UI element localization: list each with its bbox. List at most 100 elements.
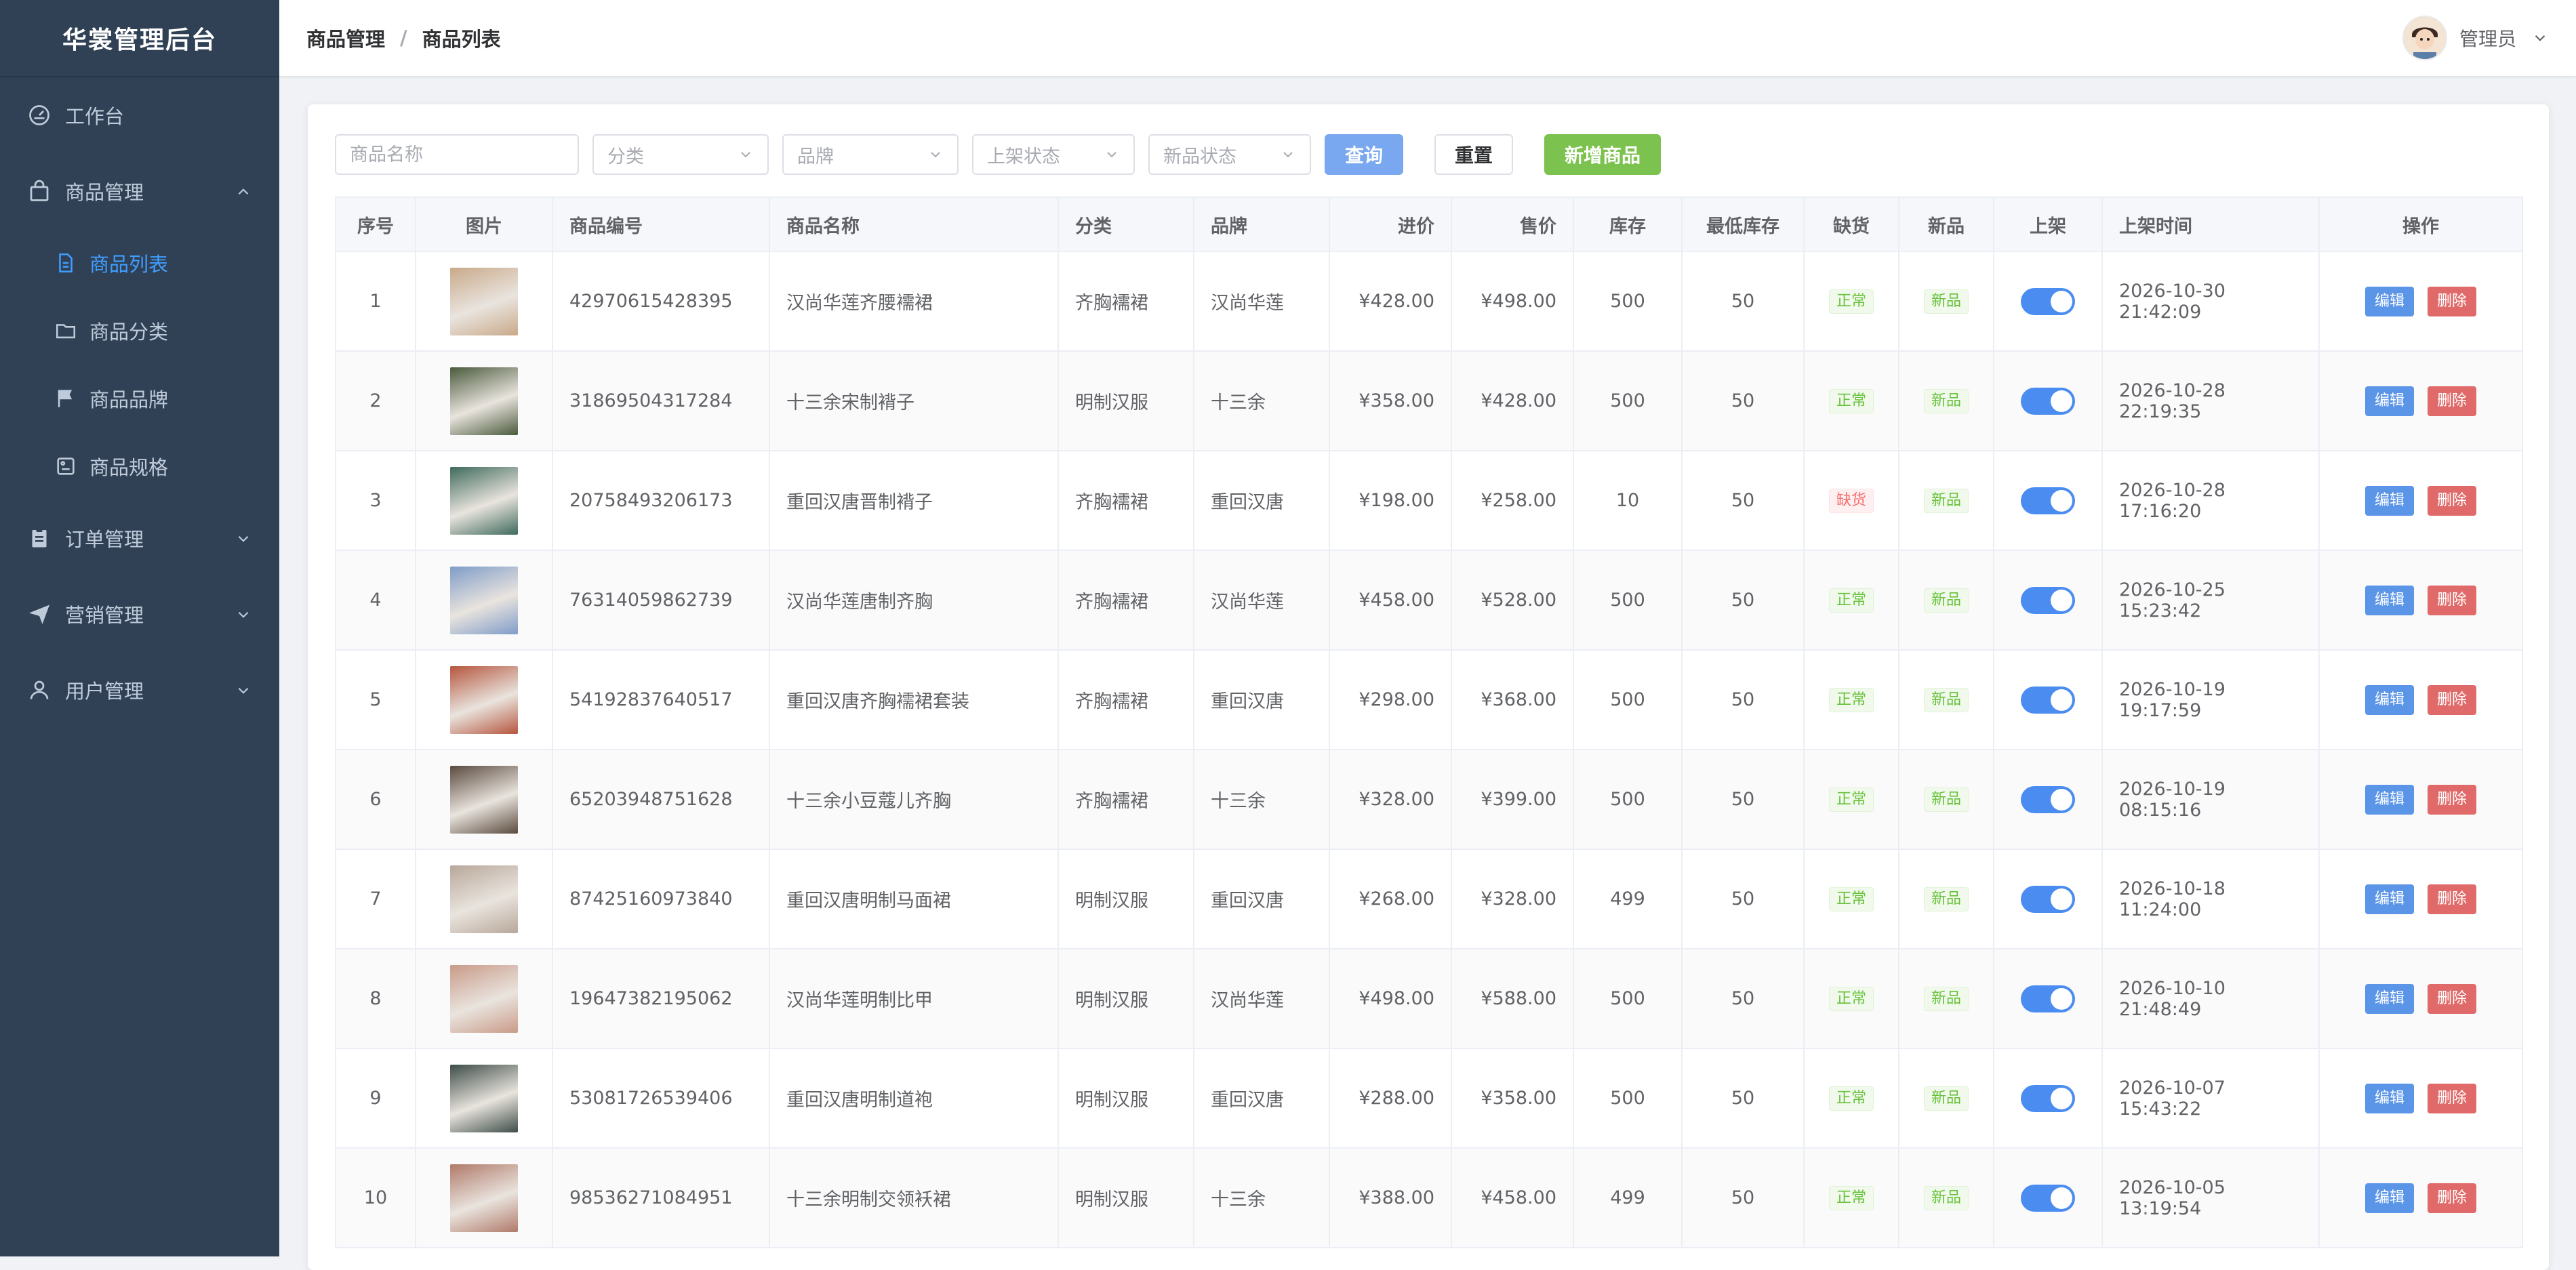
- cell-stock: 500: [1573, 948, 1683, 1049]
- product-thumbnail[interactable]: [450, 566, 518, 634]
- sidebar-item-label: 用户管理: [65, 680, 144, 703]
- clipboard-icon: [27, 526, 52, 550]
- brand-select[interactable]: 品牌: [782, 134, 959, 175]
- product-thumbnail[interactable]: [450, 367, 518, 435]
- brand-select-placeholder: 品牌: [797, 146, 834, 167]
- column-header-actions: 操作: [2318, 197, 2523, 252]
- reset-button[interactable]: 重置: [1434, 134, 1514, 175]
- product-name-input[interactable]: [335, 134, 579, 175]
- sidebar-item-product-brand[interactable]: 商品品牌: [0, 365, 279, 432]
- sidebar-item-orders[interactable]: 订单管理: [0, 500, 279, 576]
- on-shelf-toggle[interactable]: [2021, 487, 2075, 514]
- cell-price: ¥368.00: [1451, 649, 1574, 750]
- cell-min-stock: 50: [1681, 948, 1805, 1049]
- avatar[interactable]: [2402, 16, 2447, 60]
- sidebar-item-marketing[interactable]: 营销管理: [0, 576, 279, 652]
- edit-button[interactable]: 编辑: [2364, 585, 2414, 615]
- cell-index: 4: [335, 550, 416, 651]
- breadcrumb-separator: /: [400, 26, 407, 49]
- on-shelf-toggle[interactable]: [2021, 785, 2075, 813]
- cell-price: ¥258.00: [1451, 450, 1574, 551]
- user-menu[interactable]: 管理员: [2402, 0, 2549, 76]
- category-select[interactable]: 分类: [592, 134, 769, 175]
- sidebar-item-product-list[interactable]: 商品列表: [0, 229, 279, 297]
- delete-button[interactable]: 删除: [2428, 286, 2477, 316]
- product-thumbnail[interactable]: [450, 267, 518, 335]
- delete-button[interactable]: 删除: [2428, 983, 2477, 1014]
- product-thumbnail[interactable]: [450, 665, 518, 734]
- table-row: 1 42970615428395 汉尚华莲齐腰襦裙 齐胸襦裙 汉尚华莲 ¥428.00 ¥4…: [335, 251, 2523, 352]
- product-thumbnail[interactable]: [450, 466, 518, 535]
- delete-button[interactable]: 删除: [2428, 485, 2477, 516]
- filter-bar: 分类 品牌 上架状态 新品状态 查询 重置 新增商品: [335, 133, 1692, 176]
- cell-actions: 编辑 删除: [2318, 1048, 2523, 1149]
- product-thumbnail[interactable]: [450, 964, 518, 1033]
- toggle-knob: [2051, 1187, 2072, 1209]
- on-shelf-toggle[interactable]: [2021, 1184, 2075, 1212]
- sidebar-item-users[interactable]: 用户管理: [0, 652, 279, 728]
- cell-stock: 500: [1573, 350, 1683, 451]
- product-thumbnail[interactable]: [450, 1064, 518, 1132]
- shelf-status-select[interactable]: 上架状态: [972, 134, 1135, 175]
- cell-cost: ¥428.00: [1329, 251, 1452, 352]
- cell-image: [415, 649, 553, 750]
- cell-stock: 10: [1573, 450, 1683, 551]
- folder-icon: [54, 319, 77, 342]
- sidebar-item-products[interactable]: 商品管理: [0, 153, 279, 229]
- cell-image: [415, 251, 553, 352]
- edit-button[interactable]: 编辑: [2364, 485, 2414, 516]
- edit-button[interactable]: 编辑: [2364, 884, 2414, 914]
- user-name[interactable]: 管理员: [2459, 24, 2516, 52]
- on-shelf-toggle[interactable]: [2021, 287, 2075, 315]
- column-header-code: 商品编号: [552, 197, 770, 252]
- add-product-button[interactable]: 新增商品: [1544, 134, 1662, 175]
- on-shelf-toggle[interactable]: [2021, 1084, 2075, 1112]
- delete-button[interactable]: 删除: [2428, 684, 2477, 715]
- chevron-down-icon[interactable]: [2531, 29, 2549, 47]
- on-shelf-toggle[interactable]: [2021, 885, 2075, 913]
- cell-new: 新品: [1898, 550, 1994, 651]
- product-thumbnail[interactable]: [450, 1164, 518, 1232]
- cell-shelf-time: 2026-10-18 11:24:00: [2101, 848, 2320, 949]
- cell-name: 重回汉唐晋制褙子: [769, 450, 1059, 551]
- delete-button[interactable]: 删除: [2428, 1183, 2477, 1213]
- delete-button[interactable]: 删除: [2428, 386, 2477, 416]
- edit-button[interactable]: 编辑: [2364, 983, 2414, 1014]
- search-button[interactable]: 查询: [1325, 134, 1404, 175]
- cell-price: ¥328.00: [1451, 848, 1574, 949]
- cell-shortage: 正常: [1803, 251, 1899, 352]
- delete-button[interactable]: 删除: [2428, 884, 2477, 914]
- delete-button[interactable]: 删除: [2428, 784, 2477, 815]
- cell-category: 齐胸襦裙: [1058, 450, 1194, 551]
- edit-button[interactable]: 编辑: [2364, 1183, 2414, 1213]
- on-shelf-toggle[interactable]: [2021, 387, 2075, 415]
- sidebar-item-product-spec[interactable]: 商品规格: [0, 432, 279, 500]
- cell-brand: 重回汉唐: [1193, 649, 1330, 750]
- edit-button[interactable]: 编辑: [2364, 286, 2414, 316]
- new-status-select[interactable]: 新品状态: [1148, 134, 1311, 175]
- column-header-stock: 库存: [1573, 197, 1683, 252]
- on-shelf-toggle[interactable]: [2021, 985, 2075, 1012]
- edit-button[interactable]: 编辑: [2364, 784, 2414, 815]
- shortage-tag: 缺货: [1828, 488, 1874, 513]
- sidebar-item-product-category[interactable]: 商品分类: [0, 297, 279, 365]
- product-thumbnail[interactable]: [450, 765, 518, 834]
- sidebar-item-dashboard[interactable]: 工作台: [0, 77, 279, 153]
- cell-stock: 499: [1573, 1147, 1683, 1248]
- cell-name: 汉尚华莲齐腰襦裙: [769, 251, 1059, 352]
- cell-image: [415, 848, 553, 949]
- edit-button[interactable]: 编辑: [2364, 684, 2414, 715]
- edit-button[interactable]: 编辑: [2364, 386, 2414, 416]
- product-thumbnail[interactable]: [450, 865, 518, 933]
- breadcrumb-item-products[interactable]: 商品管理: [306, 24, 385, 52]
- sidebar-item-label: 订单管理: [65, 528, 144, 551]
- delete-button[interactable]: 删除: [2428, 585, 2477, 615]
- edit-button[interactable]: 编辑: [2364, 1083, 2414, 1113]
- chevron-down-icon: [235, 605, 252, 623]
- new-tag: 新品: [1923, 886, 1969, 911]
- on-shelf-toggle[interactable]: [2021, 586, 2075, 614]
- delete-button[interactable]: 删除: [2428, 1083, 2477, 1113]
- on-shelf-toggle[interactable]: [2021, 686, 2075, 714]
- cell-category: 明制汉服: [1058, 848, 1194, 949]
- column-header-cost: 进价: [1329, 197, 1452, 252]
